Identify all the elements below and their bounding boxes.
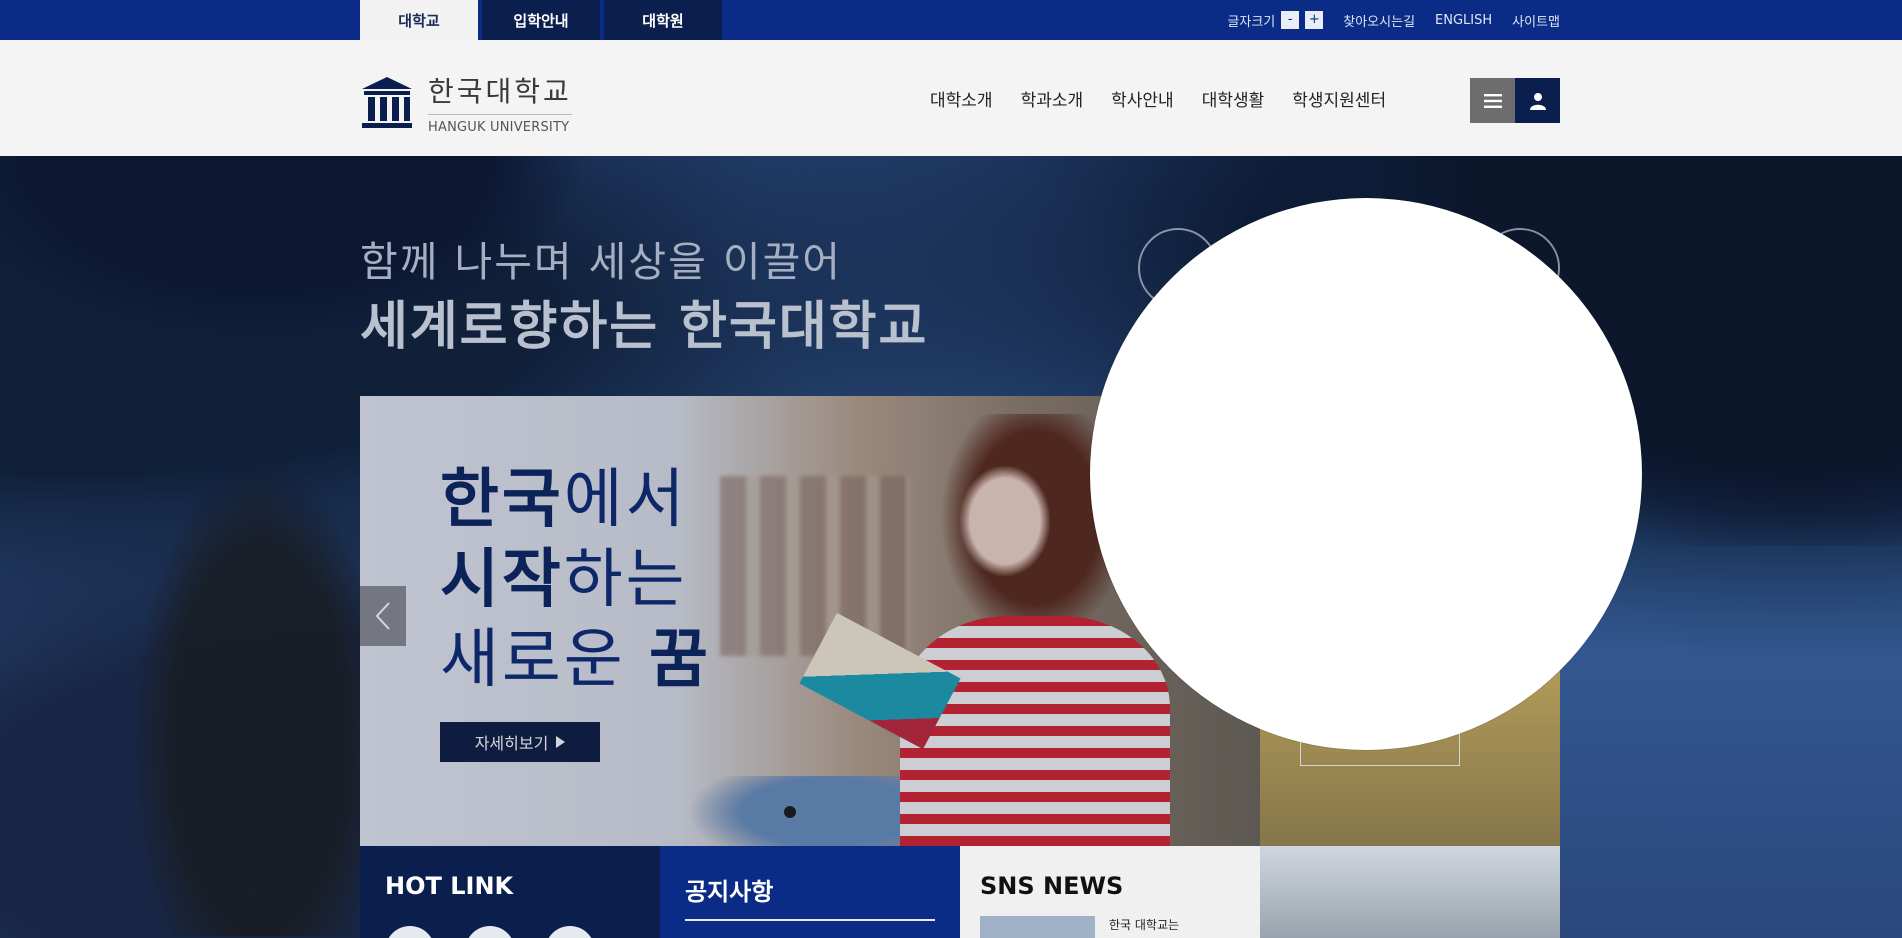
slide-line-2: 시작하는 (440, 543, 688, 617)
slide-headline: 한국에서 시작하는 새로운 꿈 (440, 460, 711, 700)
nav-item-academics[interactable]: 학사안내 (1111, 86, 1174, 111)
user-icon (1529, 92, 1546, 110)
chevron-left-icon (375, 602, 390, 630)
slide-line-3: 새로운 꿈 (440, 623, 711, 697)
nav-item-student-support[interactable]: 학생지원센터 (1292, 86, 1386, 111)
tab-university[interactable]: 대학교 (360, 0, 478, 40)
login-button[interactable] (1515, 78, 1560, 123)
campus-photo-box (1260, 846, 1560, 938)
sns-news-item[interactable]: 한국 대학교는 (980, 916, 1235, 938)
sns-news-thumbnail (980, 916, 1095, 938)
hot-link-title: HOT LINK (385, 872, 514, 900)
font-size-decrease-button[interactable]: - (1281, 11, 1300, 29)
nav-item-departments[interactable]: 학과소개 (1021, 86, 1084, 111)
header-buttons (1470, 78, 1560, 123)
slide-more-label: 자세히보기 (474, 734, 549, 753)
tab-graduate-school[interactable]: 대학원 (604, 0, 722, 40)
utility-links: 글자크기 - + 찾아오시는길 ENGLISH 사이트맵 (1227, 0, 1560, 40)
nav-item-campus-life[interactable]: 대학생활 (1202, 86, 1265, 111)
font-size-increase-button[interactable]: + (1305, 11, 1324, 29)
logo-korean-name: 한국대학교 (428, 70, 572, 115)
font-size-label: 글자크기 (1227, 14, 1276, 30)
main-navigation: 대학소개 학과소개 학사안내 대학생활 학생지원센터 (930, 40, 1386, 156)
nav-item-about[interactable]: 대학소개 (930, 86, 993, 111)
slide-photo-face (960, 466, 1050, 576)
logo-english-name: HANGUK UNIVERSITY (428, 120, 570, 135)
slide-more-button[interactable]: 자세히보기 (440, 722, 600, 762)
hot-link-box: HOT LINK (360, 846, 660, 938)
hot-link-icon[interactable] (465, 926, 515, 938)
hamburger-icon (1483, 93, 1502, 108)
slide-pagination-dot[interactable] (784, 806, 796, 818)
sns-news-box: SNS NEWS 한국 대학교는 (960, 846, 1260, 938)
site-header: 한국대학교 HANGUK UNIVERSITY 대학소개 학과소개 학사안내 대… (0, 40, 1902, 156)
slide-photo-shirt (900, 616, 1170, 846)
top-utility-bar: 대학교 입학안내 대학원 글자크기 - + 찾아오시는길 ENGLISH 사이트… (0, 0, 1902, 40)
hot-link-icon[interactable] (385, 926, 435, 938)
sns-news-snippet: 한국 대학교는 (1109, 918, 1180, 932)
hero-subtitle: 함께 나누며 세상을 이끌어 (360, 238, 843, 286)
university-logo[interactable]: 한국대학교 HANGUK UNIVERSITY (360, 70, 572, 135)
slide-background-bench (720, 476, 910, 656)
sitemap-link[interactable]: 사이트맵 (1512, 11, 1560, 30)
slide-line-1: 한국에서 (440, 463, 688, 537)
popup-circle (1090, 198, 1642, 750)
quick-boxes: HOT LINK 공지사항 SNS NEWS 한국 대학교는 (360, 846, 1560, 938)
slide-prev-button[interactable] (360, 586, 406, 646)
all-menu-button[interactable] (1470, 78, 1515, 123)
building-icon (362, 76, 412, 128)
sns-news-title[interactable]: SNS NEWS (980, 872, 1235, 900)
background-statue (130, 456, 390, 936)
play-arrow-icon (556, 736, 566, 748)
directions-link[interactable]: 찾아오시는길 (1343, 11, 1415, 30)
tab-admission[interactable]: 입학안내 (482, 0, 600, 40)
hot-link-icon[interactable] (545, 926, 595, 938)
english-link[interactable]: ENGLISH (1435, 13, 1492, 28)
hot-link-icons (385, 926, 635, 938)
notice-title[interactable]: 공지사항 (685, 872, 935, 921)
notice-box: 공지사항 (660, 846, 960, 938)
hero-title: 세계로향하는 한국대학교 (360, 297, 929, 357)
font-size-control: 글자크기 - + (1227, 11, 1324, 30)
logo-text: 한국대학교 HANGUK UNIVERSITY (428, 70, 572, 135)
site-tabs: 대학교 입학안내 대학원 (360, 0, 722, 40)
